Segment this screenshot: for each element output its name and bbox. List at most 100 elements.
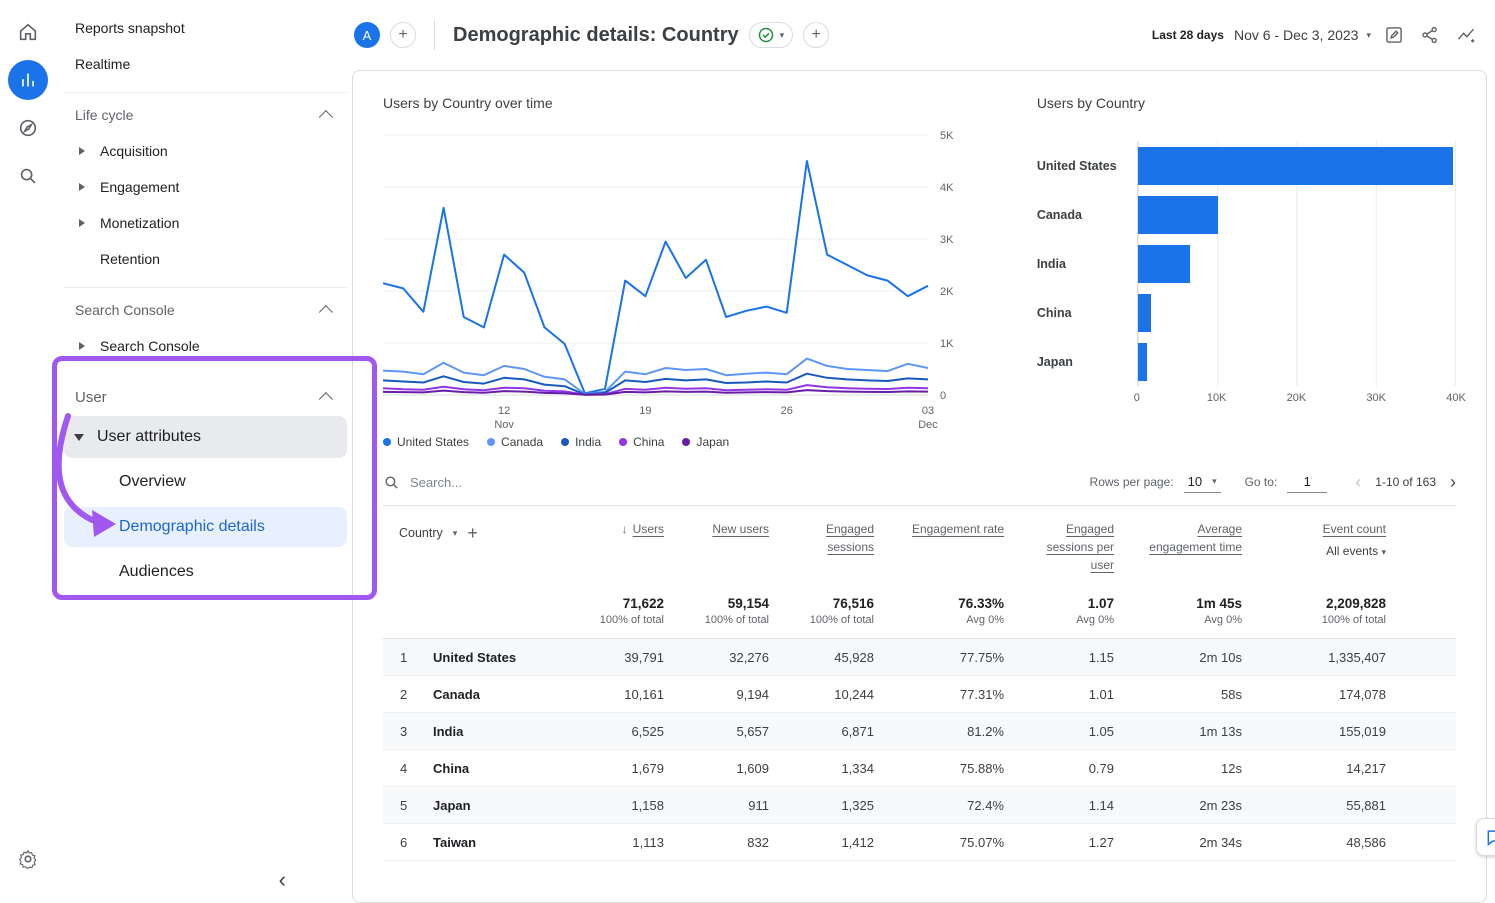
x-axis-tick: 12 <box>498 405 510 417</box>
row-value: 2m 10s <box>1138 650 1266 665</box>
collapse-sidebar-button[interactable]: ‹ <box>279 869 286 891</box>
divider <box>434 20 435 50</box>
column-header[interactable]: Engaged sessions <box>793 520 898 556</box>
bar-row: United States <box>1037 141 1456 190</box>
legend-item[interactable]: Japan <box>682 435 729 449</box>
row-value: 75.88% <box>898 761 1028 776</box>
add-dimension-button[interactable]: + <box>467 520 478 547</box>
sidebar-item-reports-snapshot[interactable]: Reports snapshot <box>55 10 352 46</box>
charts-row: Users by Country over time 01K2K3K4K5K12… <box>353 71 1486 449</box>
explore-button[interactable] <box>8 108 48 148</box>
legend-item[interactable]: Canada <box>487 435 543 449</box>
reports-button[interactable] <box>8 60 48 100</box>
bar-chart[interactable]: United StatesCanadaIndiaChinaJapan <box>1037 141 1456 386</box>
advertising-button[interactable] <box>8 156 48 196</box>
bar-track <box>1137 141 1456 190</box>
column-header[interactable]: New users <box>688 520 793 538</box>
chevron-up-icon <box>319 392 333 406</box>
table-row[interactable]: 4China1,6791,6091,33475.88%0.7912s14,217 <box>383 750 1456 787</box>
table-row[interactable]: 2Canada10,1619,19410,24477.31%1.0158s174… <box>383 676 1456 713</box>
column-label[interactable]: Event count <box>1323 522 1386 536</box>
column-label[interactable]: Engaged sessions per user <box>1047 522 1114 572</box>
add-comparison-button[interactable]: + <box>390 22 416 48</box>
sidebar-item-search-console[interactable]: Search Console <box>64 328 347 364</box>
sidebar-item-user-attributes[interactable]: User attributes <box>64 416 347 458</box>
date-range-picker[interactable]: Nov 6 - Dec 3, 2023 ▾ <box>1234 27 1371 43</box>
sidebar-item-monetization[interactable]: Monetization <box>64 205 347 241</box>
column-header[interactable]: Event count All events ▾ <box>1266 520 1426 560</box>
column-header[interactable]: Average engagement time <box>1138 520 1266 556</box>
sidebar-item-retention[interactable]: Retention <box>64 241 347 277</box>
insights-button[interactable] <box>1453 22 1479 48</box>
totals-value: 76.33% <box>898 596 1004 611</box>
table-row[interactable]: 1United States39,79132,27645,92877.75%1.… <box>383 639 1456 676</box>
admin-settings-button[interactable] <box>8 839 48 879</box>
row-value: 45,928 <box>793 650 898 665</box>
column-label[interactable]: Engaged sessions <box>826 522 874 554</box>
search-input[interactable] <box>410 475 710 490</box>
row-value: 1.27 <box>1028 835 1138 850</box>
bar-row: China <box>1037 288 1456 337</box>
home-button[interactable] <box>8 12 48 52</box>
customize-report-button[interactable] <box>1381 22 1407 48</box>
reports-snapshot-label: Reports snapshot <box>75 20 185 36</box>
sidebar-item-demographic-details[interactable]: Demographic details <box>64 507 347 547</box>
column-label[interactable]: New users <box>712 522 769 536</box>
line-series[interactable] <box>383 161 928 393</box>
column-header[interactable]: Engaged sessions per user <box>1028 520 1138 574</box>
line-series[interactable] <box>383 385 928 395</box>
sidebar-item-realtime[interactable]: Realtime <box>55 46 352 82</box>
x-axis-tick: 10K <box>1207 392 1227 404</box>
add-report-button[interactable]: + <box>803 22 829 48</box>
legend-item[interactable]: China <box>619 435 664 449</box>
row-value: 5,657 <box>688 724 793 739</box>
user-section-header[interactable]: User <box>64 378 347 416</box>
avatar[interactable]: A <box>354 22 380 48</box>
sidebar-item-engagement[interactable]: Engagement <box>64 169 347 205</box>
bar[interactable] <box>1138 245 1190 283</box>
table-row[interactable]: 6Taiwan1,1138321,41275.07%1.272m 34s48,5… <box>383 824 1456 861</box>
rows-per-page-select[interactable]: 10 ▾ <box>1184 471 1221 493</box>
legend-item[interactable]: United States <box>383 435 469 449</box>
caret-down-icon: ▾ <box>1366 30 1371 41</box>
edit-icon <box>1384 25 1404 45</box>
bar[interactable] <box>1138 294 1151 332</box>
expand-arrow-icon <box>79 183 85 191</box>
goto-page-input[interactable] <box>1287 471 1327 493</box>
x-axis-tick: 26 <box>781 405 793 417</box>
column-header[interactable]: ↓ Users <box>583 520 688 538</box>
line-series[interactable] <box>383 390 928 395</box>
prev-page-button[interactable]: ‹ <box>1355 473 1361 491</box>
row-value: 1.14 <box>1028 798 1138 813</box>
table-row[interactable]: 5Japan1,1589111,32572.4%1.142m 23s55,881 <box>383 787 1456 824</box>
row-value: 72.4% <box>898 798 1028 813</box>
column-header[interactable]: Engagement rate <box>898 520 1028 538</box>
insights-icon <box>1456 25 1476 45</box>
legend-item[interactable]: India <box>561 435 601 449</box>
x-axis-tick: 0 <box>1134 392 1140 404</box>
column-label[interactable]: Average engagement time <box>1149 522 1242 554</box>
bar[interactable] <box>1138 147 1454 185</box>
dimension-header[interactable]: Country ▾ + <box>383 520 583 547</box>
bar[interactable] <box>1138 196 1219 234</box>
column-label[interactable]: Engagement rate <box>912 522 1004 536</box>
sidebar-item-audiences[interactable]: Audiences <box>64 552 347 592</box>
lifecycle-section-header[interactable]: Life cycle <box>64 97 347 133</box>
totals-cell: 1.07Avg 0% <box>1028 596 1138 626</box>
sidebar-item-acquisition[interactable]: Acquisition <box>64 133 347 169</box>
check-circle-icon <box>758 27 774 43</box>
line-chart[interactable]: 01K2K3K4K5K12Nov192603Dec <box>383 121 988 433</box>
report-status-dropdown[interactable]: ▾ <box>749 22 794 48</box>
share-button[interactable] <box>1417 22 1443 48</box>
search-console-section-header[interactable]: Search Console <box>64 292 347 328</box>
sidebar-item-overview[interactable]: Overview <box>64 462 347 502</box>
totals-value: 59,154 <box>688 596 769 611</box>
row-value: 1,325 <box>793 798 898 813</box>
table-row[interactable]: 3India6,5255,6576,87181.2%1.051m 13s155,… <box>383 713 1456 750</box>
next-page-button[interactable]: › <box>1450 473 1456 491</box>
column-label[interactable]: Users <box>633 522 664 536</box>
legend-label: India <box>575 435 601 449</box>
feedback-button[interactable] <box>1476 818 1495 856</box>
bar[interactable] <box>1138 343 1147 381</box>
event-filter-dropdown[interactable]: All events ▾ <box>1266 542 1386 560</box>
